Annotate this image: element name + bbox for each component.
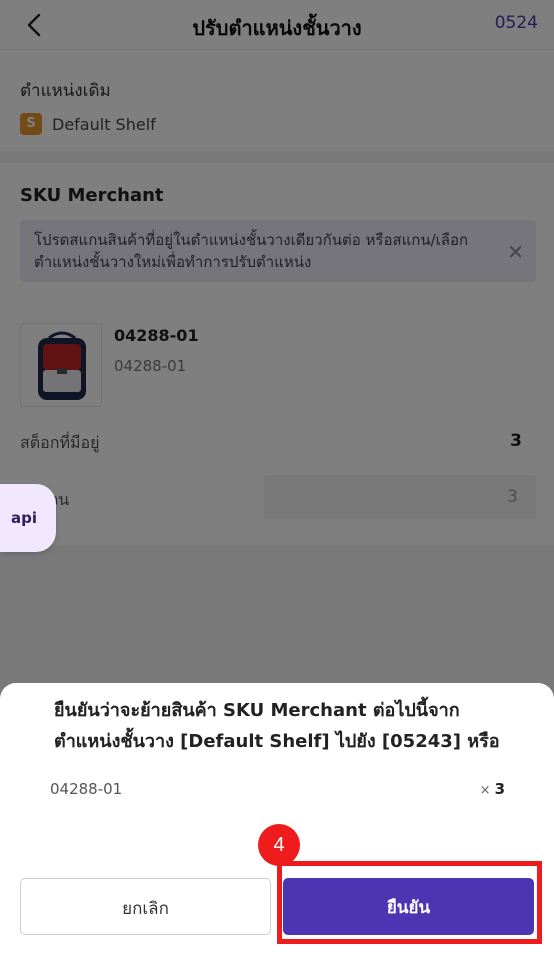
api-label: api (11, 509, 38, 527)
dialog-item-code: 04288-01 (50, 780, 123, 798)
annotation-highlight-box (277, 861, 542, 944)
confirm-message: ยืนยันว่าจะย้ายสินค้า SKU Merchant ต่อไป… (54, 700, 500, 752)
cancel-button-label: ยกเลิก (122, 899, 169, 919)
cancel-button[interactable]: ยกเลิก (20, 878, 271, 935)
api-floating-button[interactable]: api (0, 484, 56, 552)
dialog-item-qty: × 3 (480, 780, 505, 798)
dialog-qty-value: 3 (494, 780, 505, 798)
step-number-badge: 4 (258, 824, 300, 866)
multiply-sign: × (479, 783, 491, 798)
